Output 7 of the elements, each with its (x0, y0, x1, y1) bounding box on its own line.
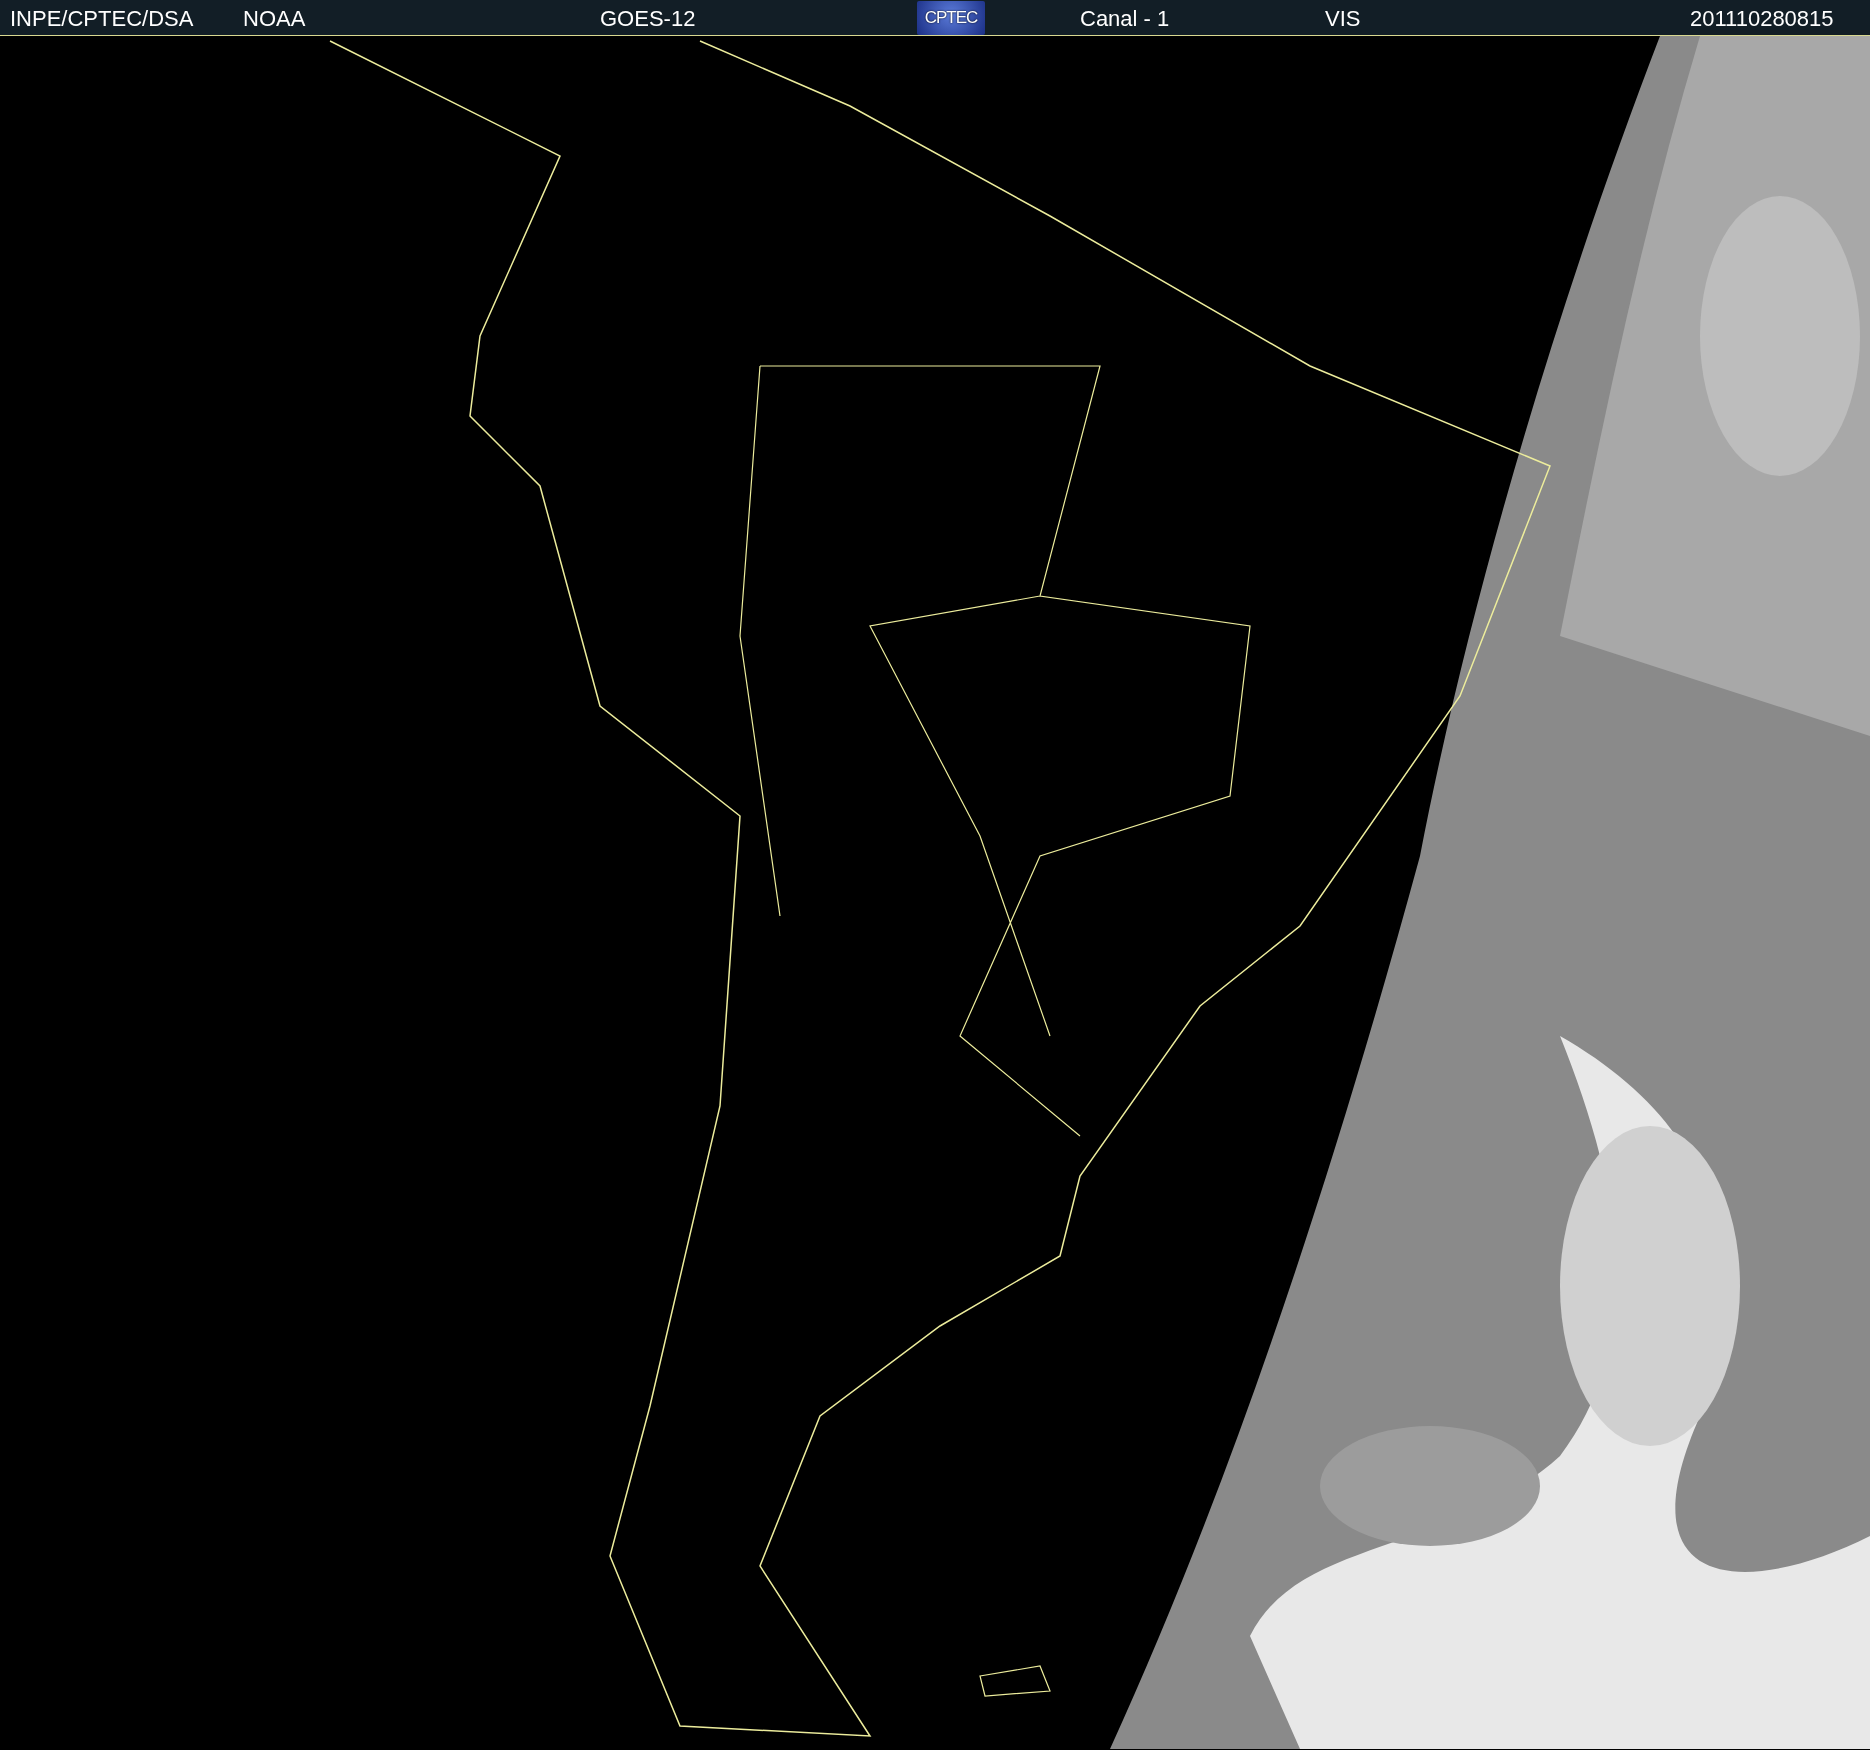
header-label: 201110280815 (1690, 4, 1834, 33)
header-label: VIS (1325, 4, 1361, 33)
header-label: GOES-12 (600, 4, 696, 33)
header-label: INPE/CPTEC/DSA (10, 4, 194, 33)
logo: CPTEC (917, 1, 985, 35)
header-label: NOAA (243, 4, 306, 33)
header-label: Canal - 1 (1080, 4, 1170, 33)
